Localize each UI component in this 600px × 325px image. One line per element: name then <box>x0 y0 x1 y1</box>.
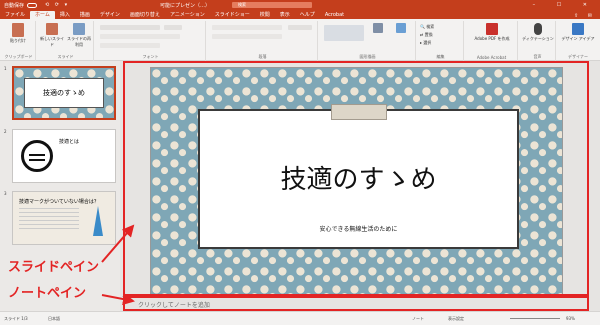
annotation-arrows <box>101 224 135 305</box>
notes-pane-arrow <box>101 293 135 305</box>
slide-pane-arrow <box>101 224 135 263</box>
